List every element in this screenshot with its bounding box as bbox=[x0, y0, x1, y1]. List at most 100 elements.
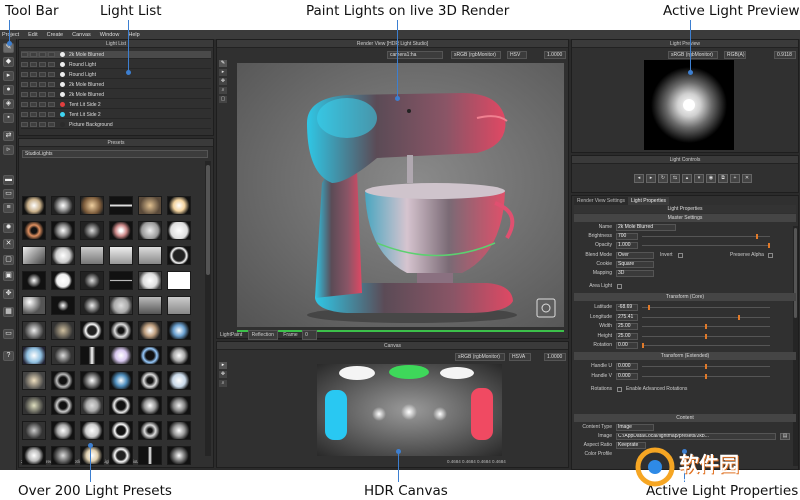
zoom-icon[interactable]: ⌕ bbox=[219, 87, 227, 94]
canvas-zoom-field[interactable]: 1.0000 bbox=[544, 353, 566, 361]
preset-thumbnail[interactable] bbox=[51, 296, 75, 315]
camera-select[interactable]: camera1:ha bbox=[387, 51, 443, 59]
preview-zoom-field[interactable]: 0.9118 bbox=[774, 51, 796, 59]
light-list-row[interactable]: 2k Mole Blurred bbox=[21, 51, 211, 59]
preset-thumbnail[interactable] bbox=[167, 296, 191, 315]
remove-icon[interactable]: ✕ bbox=[742, 174, 752, 183]
down-icon[interactable]: ▾ bbox=[694, 174, 704, 183]
preset-thumbnail[interactable] bbox=[22, 271, 46, 290]
select-tool-icon[interactable]: ▸ bbox=[3, 71, 14, 81]
transform-slider-thumb[interactable] bbox=[737, 314, 740, 320]
visibility-toggle-icon[interactable] bbox=[21, 82, 28, 87]
menu-project[interactable]: Project bbox=[2, 32, 19, 38]
preset-thumbnail[interactable] bbox=[80, 396, 104, 415]
preset-thumbnail[interactable] bbox=[109, 321, 133, 340]
transform-field-value[interactable]: 25.00 bbox=[616, 332, 638, 340]
handle-slider-thumb[interactable] bbox=[705, 364, 707, 369]
brightness-slider[interactable] bbox=[642, 236, 770, 237]
light-list-row[interactable]: 2k Mole Blurred bbox=[21, 81, 211, 89]
solo-toggle-icon[interactable] bbox=[30, 122, 37, 127]
preset-thumbnail[interactable] bbox=[22, 346, 46, 365]
render-viewport[interactable] bbox=[237, 63, 564, 327]
preset-thumbnail[interactable] bbox=[22, 196, 46, 215]
light-list-row[interactable]: Tent Lit Side 2 bbox=[21, 101, 211, 109]
name-field[interactable]: 2k Mole Blurred bbox=[616, 224, 676, 231]
strip-tool-icon[interactable]: ▬ bbox=[3, 175, 14, 185]
brush-icon[interactable]: ✎ bbox=[219, 60, 227, 67]
preset-thumbnail[interactable] bbox=[51, 321, 75, 340]
lock-toggle-icon[interactable] bbox=[39, 62, 46, 67]
lock-toggle-icon[interactable] bbox=[39, 122, 46, 127]
canvas-pointer-icon[interactable]: ▸ bbox=[219, 362, 227, 369]
opacity-slider[interactable] bbox=[642, 245, 770, 246]
canvas-hand-icon[interactable]: ✥ bbox=[219, 371, 227, 378]
transform-field-value[interactable]: 0.00 bbox=[616, 342, 638, 349]
preset-thumbnail[interactable] bbox=[51, 396, 75, 415]
preset-thumbnail[interactable] bbox=[109, 421, 133, 440]
preset-thumbnail[interactable] bbox=[22, 421, 46, 440]
preset-thumbnail[interactable] bbox=[22, 446, 46, 465]
hand-icon[interactable]: ✥ bbox=[219, 78, 227, 85]
bars-tool-icon[interactable]: ≡ bbox=[3, 203, 14, 213]
preset-thumbnail[interactable] bbox=[80, 246, 104, 265]
trash-tool-icon[interactable]: ▪ bbox=[3, 113, 14, 123]
tab-render-view-settings[interactable]: Render View Settings bbox=[574, 197, 628, 205]
preset-thumbnail[interactable] bbox=[138, 221, 162, 240]
light-list-row[interactable]: Round Light bbox=[21, 61, 211, 69]
preset-thumbnail[interactable] bbox=[51, 196, 75, 215]
lightpaint-mode-select[interactable]: Reflection bbox=[247, 330, 278, 340]
preset-thumbnail[interactable] bbox=[167, 196, 191, 215]
render-zoom-field[interactable]: 1.0000 bbox=[544, 51, 566, 59]
help-tool-icon[interactable]: ? bbox=[3, 351, 14, 361]
render-colorspace-select[interactable]: sRGB (rgbMonitor) bbox=[451, 51, 501, 59]
grid-tool-icon[interactable]: ▦ bbox=[3, 307, 14, 317]
canvas-format-select[interactable]: HSVA bbox=[509, 353, 531, 361]
invert-checkbox[interactable] bbox=[678, 253, 683, 258]
preset-thumbnail[interactable] bbox=[167, 221, 191, 240]
solo-icon[interactable]: ◉ bbox=[706, 174, 716, 183]
content-header[interactable]: Content bbox=[574, 414, 796, 422]
preset-thumbnail[interactable] bbox=[80, 346, 104, 365]
handle-field-value[interactable]: 0.000 bbox=[616, 372, 638, 380]
preset-thumbnail[interactable] bbox=[109, 346, 133, 365]
preset-thumbnail[interactable] bbox=[51, 446, 75, 465]
light-list-row[interactable]: Tent Lit Side 2 bbox=[21, 111, 211, 119]
image-path-field[interactable]: C:/AppData/Local/lightmap/presets/2kb... bbox=[616, 433, 776, 440]
select-toggle-icon[interactable] bbox=[48, 62, 55, 67]
preset-thumbnail[interactable] bbox=[80, 321, 104, 340]
preset-thumbnail[interactable] bbox=[80, 296, 104, 315]
preset-thumbnail[interactable] bbox=[51, 346, 75, 365]
preset-thumbnail[interactable] bbox=[109, 246, 133, 265]
move-tool-icon[interactable]: ✥ bbox=[3, 289, 14, 299]
add-icon[interactable]: + bbox=[730, 174, 740, 183]
preset-thumbnail[interactable] bbox=[167, 246, 191, 265]
presets-scrollbar[interactable] bbox=[205, 161, 211, 456]
solo-toggle-icon[interactable] bbox=[30, 52, 37, 57]
preset-thumbnail[interactable] bbox=[51, 371, 75, 390]
lock-toggle-icon[interactable] bbox=[39, 82, 46, 87]
preset-thumbnail[interactable] bbox=[167, 271, 191, 290]
transform-slider[interactable] bbox=[642, 345, 770, 346]
transform-slider[interactable] bbox=[642, 307, 770, 308]
preset-thumbnail[interactable] bbox=[22, 371, 46, 390]
transform-extended-header[interactable]: Transform (Extended) bbox=[574, 352, 796, 360]
preview-format-select[interactable]: RGB(A) bbox=[724, 51, 746, 59]
color-tool-icon[interactable]: ● bbox=[3, 85, 14, 95]
lock-toggle-icon[interactable] bbox=[39, 52, 46, 57]
preset-thumbnail[interactable] bbox=[138, 346, 162, 365]
transform-core-header[interactable]: Transform (Core) bbox=[574, 293, 796, 301]
render-format-select[interactable]: HSV bbox=[507, 51, 527, 59]
mapping-select[interactable]: 3D bbox=[616, 270, 654, 277]
select-toggle-icon[interactable] bbox=[48, 122, 55, 127]
brightness-field[interactable]: 700 bbox=[616, 233, 638, 240]
area-light-checkbox[interactable] bbox=[617, 284, 622, 289]
visibility-toggle-icon[interactable] bbox=[21, 112, 28, 117]
preset-thumbnail[interactable] bbox=[80, 196, 104, 215]
transform-slider-thumb[interactable] bbox=[705, 324, 707, 329]
screen-tool-icon[interactable]: ▭ bbox=[3, 329, 14, 339]
transform-slider[interactable] bbox=[642, 316, 770, 318]
frame-tool-icon[interactable]: ▢ bbox=[3, 255, 14, 265]
tab-light-properties[interactable]: Light Properties bbox=[628, 197, 670, 205]
visibility-toggle-icon[interactable] bbox=[21, 52, 28, 57]
select-toggle-icon[interactable] bbox=[48, 82, 55, 87]
